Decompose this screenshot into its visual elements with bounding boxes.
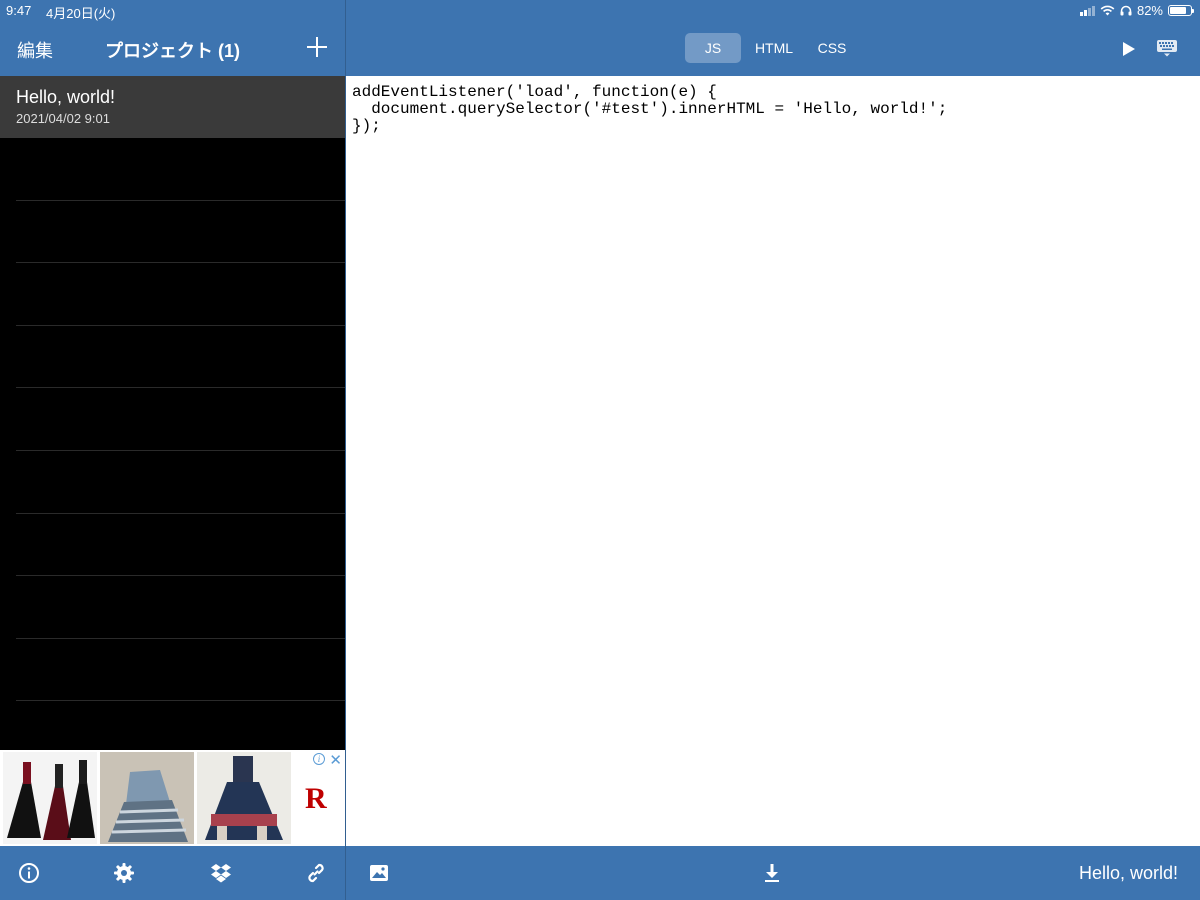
plus-icon[interactable]	[306, 36, 328, 58]
list-separator	[16, 325, 345, 326]
editor-toolbar: Hello, world!	[346, 846, 1200, 900]
rakuten-logo: R	[305, 782, 327, 815]
list-separator	[16, 638, 345, 639]
link-icon[interactable]	[305, 862, 327, 884]
wifi-icon	[1100, 5, 1115, 16]
code-editor[interactable]: addEventListener('load', function(e) { d…	[346, 76, 1200, 846]
battery-icon	[1168, 5, 1194, 16]
project-list-item[interactable]: Hello, world! 2021/04/02 9:01	[0, 76, 345, 138]
list-separator	[16, 700, 345, 701]
list-separator	[16, 387, 345, 388]
cellular-signal-icon	[1079, 5, 1095, 16]
code-text[interactable]: addEventListener('load', function(e) { d…	[352, 84, 947, 135]
tab-html[interactable]: HTML	[745, 33, 803, 63]
image-icon[interactable]	[369, 863, 389, 883]
gear-icon[interactable]	[113, 862, 135, 884]
project-name: Hello, world!	[16, 87, 116, 107]
status-indicators: 82%	[1079, 3, 1194, 18]
project-date: 2021/04/02 9:01	[16, 111, 110, 126]
dropbox-icon[interactable]	[210, 862, 232, 884]
ad-image-skirts[interactable]	[3, 752, 97, 844]
ad-banner[interactable]: R i ✕	[0, 750, 345, 846]
list-separator	[16, 262, 345, 263]
keyboard-icon[interactable]	[1156, 39, 1178, 57]
download-icon[interactable]	[762, 863, 782, 883]
list-separator	[16, 450, 345, 451]
sidebar-header: 編集 プロジェクト (1)	[0, 22, 345, 75]
battery-percent: 82%	[1136, 3, 1163, 18]
sidebar-title: プロジェクト (1)	[105, 41, 240, 61]
ad-close-icon[interactable]: ✕	[329, 751, 342, 769]
language-tabs: JS HTML CSS	[685, 33, 861, 63]
sidebar-toolbar	[0, 846, 345, 900]
tab-css[interactable]: CSS	[807, 33, 857, 63]
list-separator	[16, 200, 345, 201]
ad-image-knit-skirt[interactable]	[100, 752, 194, 844]
project-sidebar: 編集 プロジェクト (1) Hello, world! 2021/04/02 9…	[0, 0, 345, 900]
list-separator	[16, 513, 345, 514]
project-list: Hello, world! 2021/04/02 9:01	[0, 76, 345, 750]
ad-info-icon[interactable]: i	[313, 753, 325, 765]
list-separator	[16, 575, 345, 576]
current-project-title: Hello, world!	[1078, 863, 1178, 883]
headphones-icon	[1120, 5, 1132, 16]
info-icon[interactable]	[18, 862, 40, 884]
tab-js[interactable]: JS	[685, 33, 741, 63]
ad-image-patterned-skirt[interactable]	[197, 752, 291, 844]
editor-header: JS HTML CSS	[346, 22, 1200, 75]
play-icon[interactable]	[1122, 41, 1136, 57]
